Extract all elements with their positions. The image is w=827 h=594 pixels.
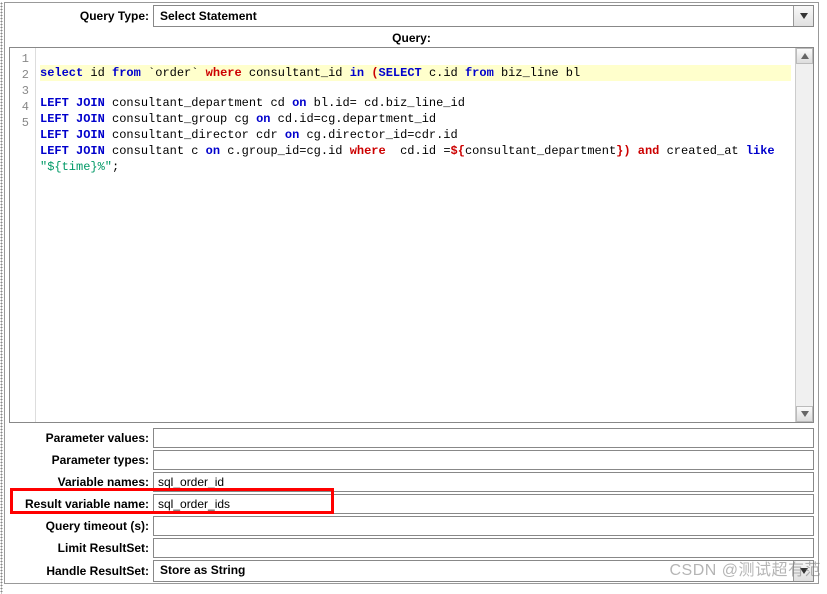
scroll-up-icon[interactable] [796,48,813,64]
param-values-input[interactable] [153,428,814,448]
line-gutter: 1 2 3 4 5 [10,48,36,422]
result-variable-label: Result variable name: [9,497,153,511]
variable-names-label: Variable names: [9,475,153,489]
param-values-label: Parameter values: [9,431,153,445]
limit-resultset-label: Limit ResultSet: [9,541,153,555]
dropdown-arrow-icon[interactable] [793,6,813,26]
sql-editor[interactable]: 1 2 3 4 5 select id from `order` where c… [9,47,814,423]
sql-code-area[interactable]: select id from `order` where consultant_… [36,48,795,422]
query-type-dropdown[interactable]: Select Statement [153,5,814,27]
editor-scrollbar[interactable] [795,48,813,422]
query-timeout-input[interactable] [153,516,814,536]
query-type-value: Select Statement [154,6,793,26]
query-timeout-label: Query timeout (s): [9,519,153,533]
handle-resultset-label: Handle ResultSet: [9,564,153,578]
query-section-header: Query: [5,29,818,47]
result-variable-input[interactable] [153,494,814,514]
watermark-text: CSDN @测试超有范 [669,556,821,580]
scroll-down-icon[interactable] [796,406,813,422]
query-type-label: Query Type: [9,9,153,23]
limit-resultset-input[interactable] [153,538,814,558]
variable-names-input[interactable] [153,472,814,492]
param-types-input[interactable] [153,450,814,470]
param-types-label: Parameter types: [9,453,153,467]
